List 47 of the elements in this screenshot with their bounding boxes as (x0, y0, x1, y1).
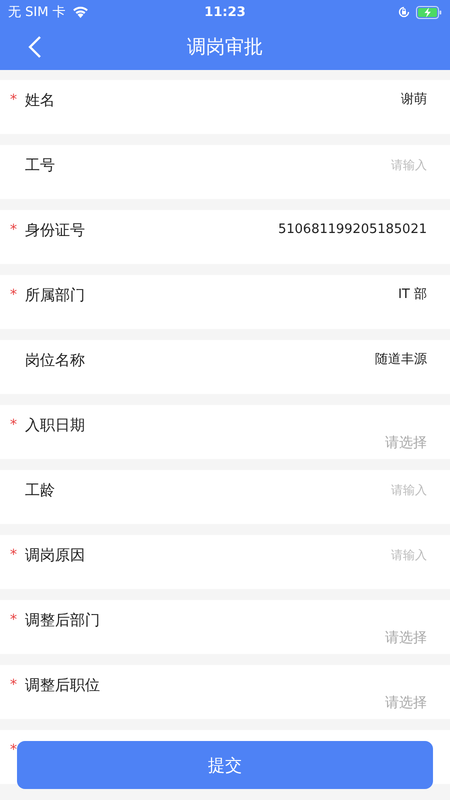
field-label: 调岗原因 (25, 546, 86, 564)
form-row[interactable]: * 入职日期 请选择 (0, 405, 450, 459)
field-label: 岗位名称 (25, 351, 86, 369)
form-row[interactable]: * 调整后部门 请选择 (0, 600, 450, 654)
form-row[interactable]: * 姓名 谢萌 (0, 80, 450, 134)
input-placeholder: 请输入 (391, 482, 427, 499)
wifi-icon (72, 6, 89, 18)
field-label: 姓名 (25, 91, 56, 109)
required-mark: * (10, 91, 18, 109)
field-value: 谢萌 (401, 91, 427, 109)
form-row[interactable]: * 身份证号 510681199205185021 (0, 210, 450, 264)
required-mark: * (10, 221, 18, 239)
form-row[interactable]: 工号 请输入 (0, 145, 450, 199)
form-row[interactable]: * 调岗原因 请输入 (0, 535, 450, 589)
field-label: 身份证号 (25, 221, 86, 239)
clock-time: 11:23 (203, 4, 247, 20)
field-label: 调整后职位 (25, 676, 101, 694)
rotation-lock-icon (398, 6, 410, 18)
carrier-text: 无 SIM 卡 (8, 4, 66, 21)
required-mark: * (10, 546, 18, 564)
battery-icon (416, 6, 442, 18)
field-value: 510681199205185021 (278, 221, 427, 239)
field-label: 工号 (25, 156, 56, 174)
form-row[interactable]: 岗位名称 随道丰源 (0, 340, 450, 394)
field-value: IT 部 (398, 286, 427, 304)
form-row[interactable]: * 所属部门 IT 部 (0, 275, 450, 329)
back-button[interactable] (28, 35, 42, 59)
required-mark: * (10, 676, 18, 694)
field-label: 调整后部门 (25, 611, 101, 629)
input-placeholder: 请输入 (391, 547, 427, 564)
field-label: 工龄 (25, 481, 56, 499)
required-mark: * (10, 741, 18, 759)
form-row[interactable]: 工龄 请输入 (0, 470, 450, 524)
field-value: 随道丰源 (375, 351, 427, 369)
select-placeholder: 请选择 (385, 629, 427, 647)
select-placeholder: 请选择 (385, 434, 427, 452)
required-mark: * (10, 416, 18, 434)
field-label: 入职日期 (25, 416, 86, 434)
page-title: 调岗审批 (186, 35, 264, 60)
input-placeholder: 请输入 (391, 157, 427, 174)
form-row[interactable]: * 调整后职位 请选择 (0, 665, 450, 719)
required-mark: * (10, 611, 18, 629)
field-label: 所属部门 (25, 286, 86, 304)
submit-button[interactable]: 提交 (17, 741, 433, 789)
select-placeholder: 请选择 (385, 694, 427, 712)
required-mark: * (10, 286, 18, 304)
back-chevron-icon (28, 35, 42, 59)
